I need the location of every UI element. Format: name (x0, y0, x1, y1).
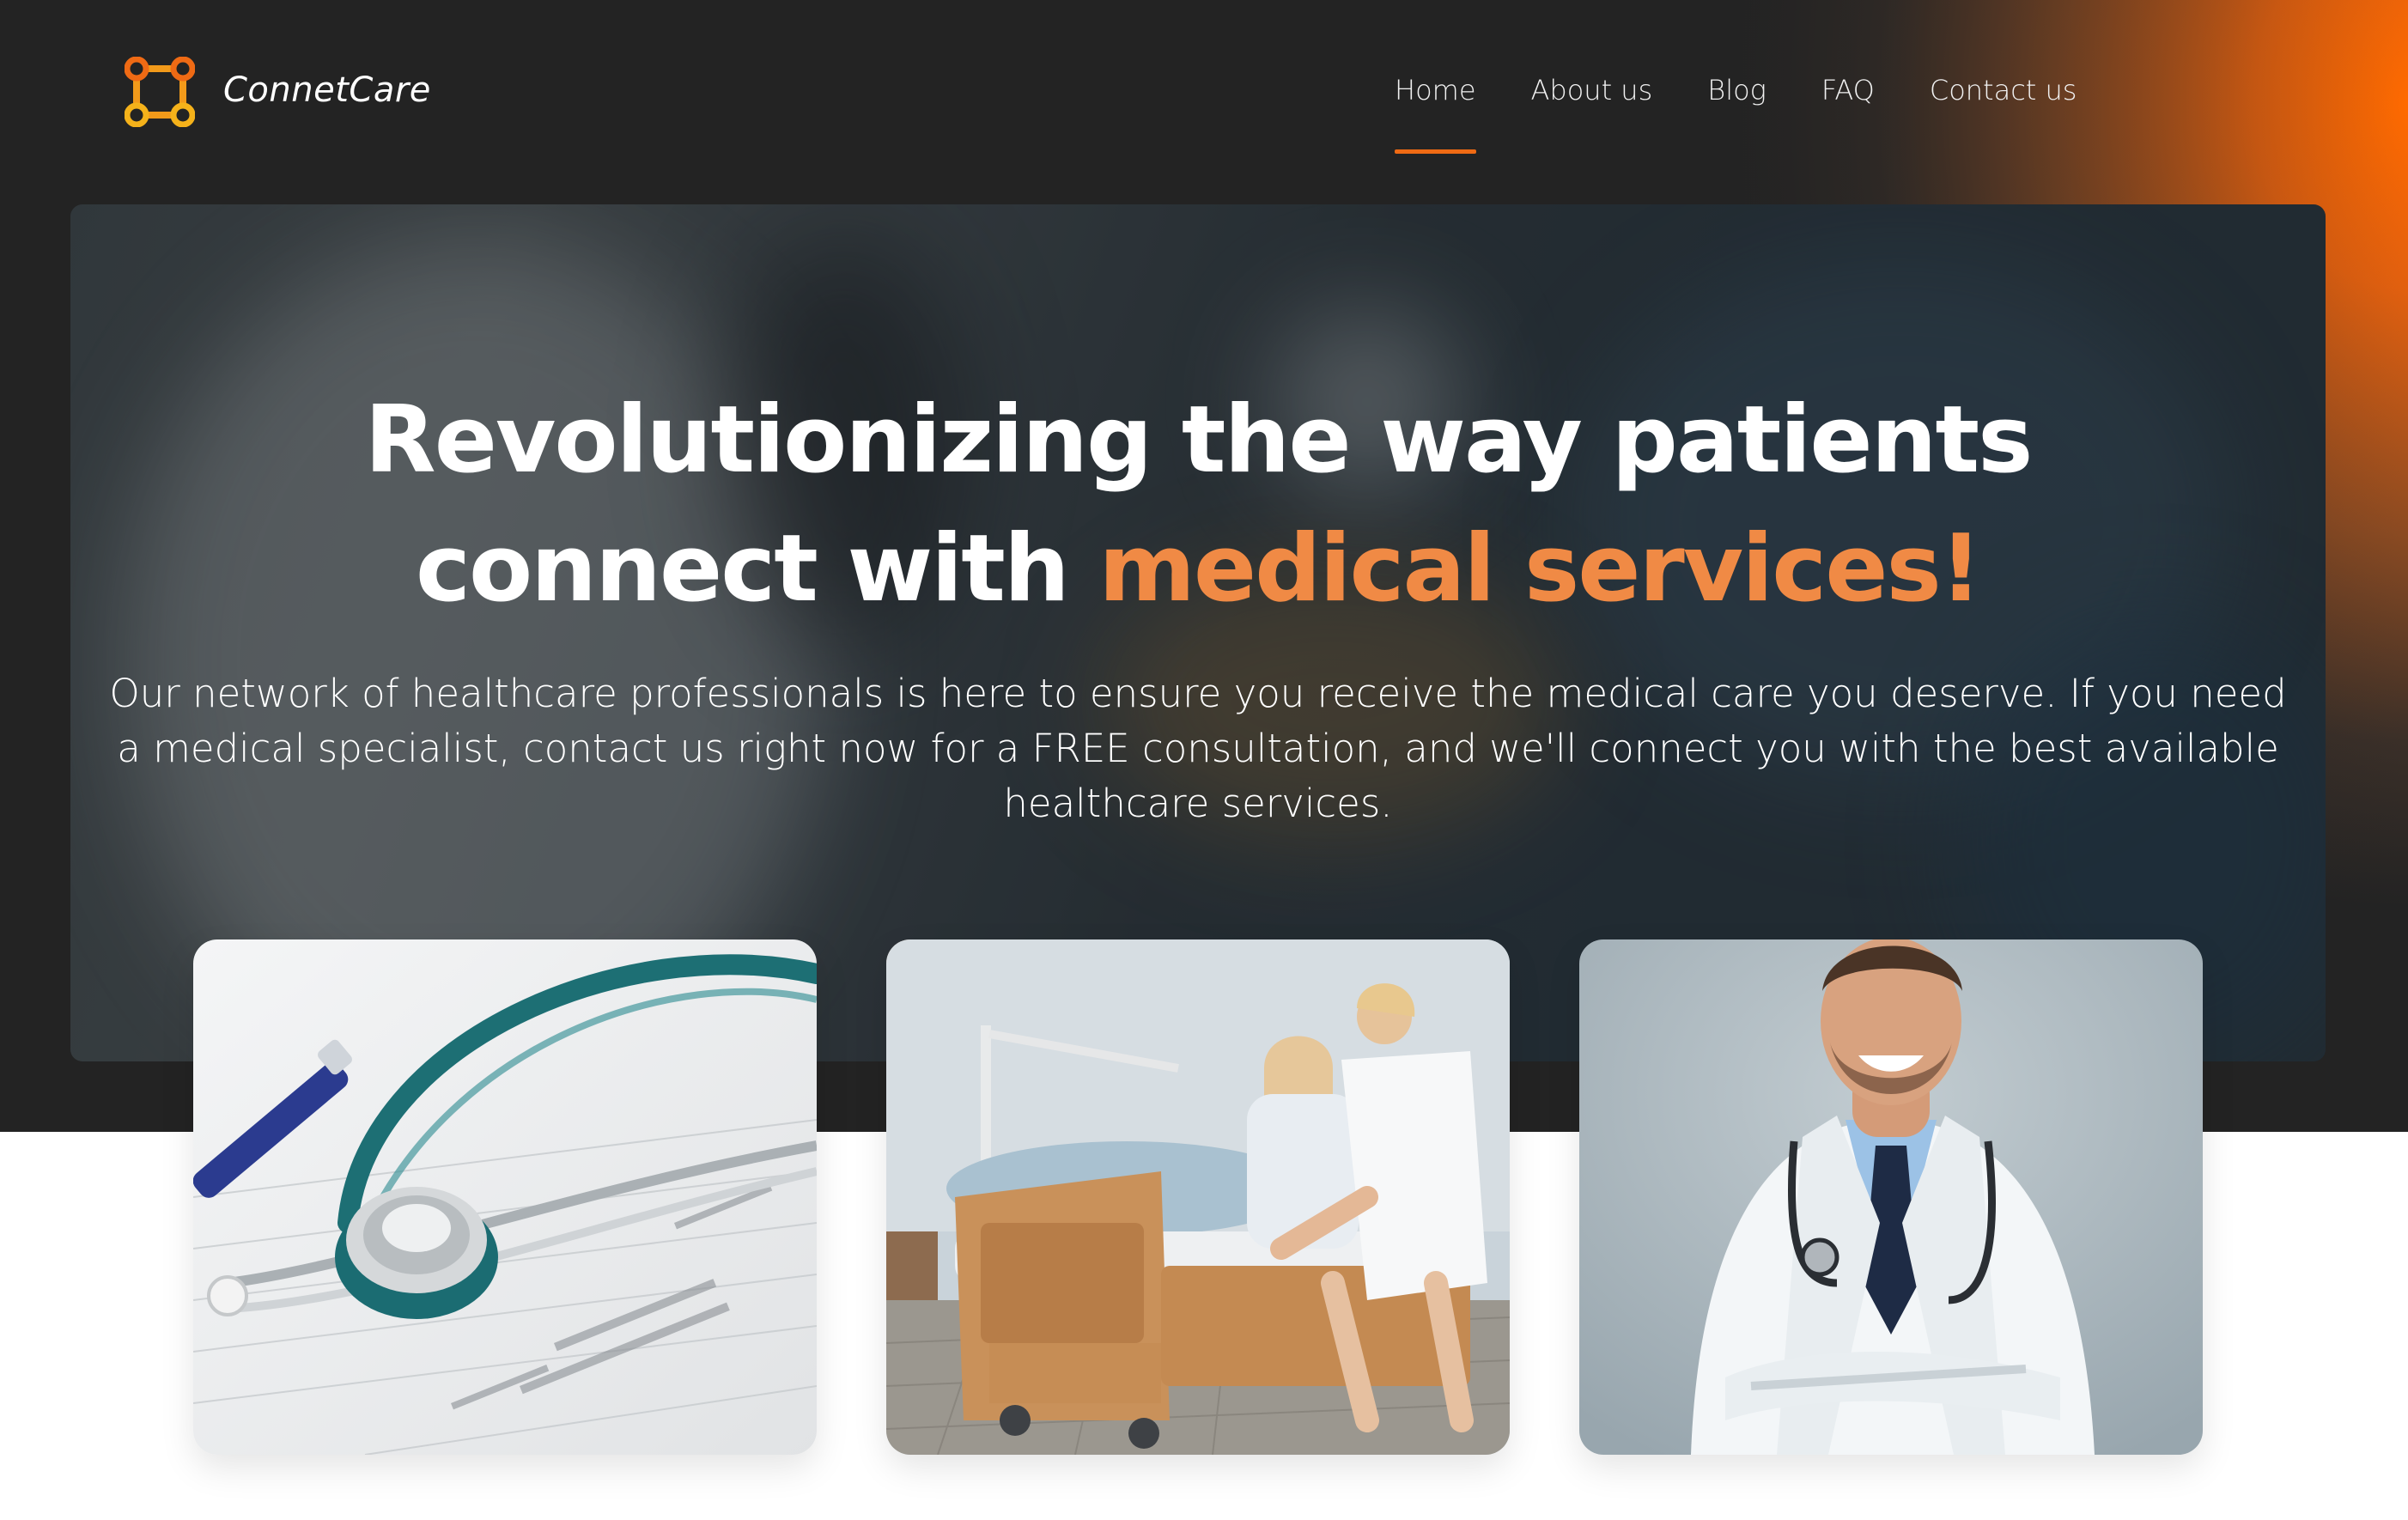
headline-accent: medical services! (1098, 515, 1982, 623)
nav-faq-link[interactable]: FAQ (1821, 74, 1875, 106)
smiling-doctor-photo-icon (1579, 939, 2203, 1455)
hero-banner: Revolutionizing the way patients connect… (70, 204, 2326, 1061)
nav-about-link[interactable]: About us (1531, 74, 1653, 106)
nurse-patient-card[interactable] (886, 939, 1510, 1455)
headline-line-2: connect with (415, 515, 1099, 623)
nurse-helping-patient-photo-icon (886, 939, 1510, 1455)
hero-description: Our network of healthcare professionals … (109, 671, 2287, 826)
nav-blog-link[interactable]: Blog (1707, 74, 1766, 106)
main-menu: Home About us Blog FAQ Contact us (1395, 74, 2077, 154)
stethoscope-on-document-photo-icon (193, 939, 817, 1455)
top-navigation: ConnetCare Home About us Blog FAQ Contac… (0, 0, 2408, 189)
nav-home-link[interactable]: Home (1395, 74, 1476, 154)
stethoscope-card[interactable] (193, 939, 817, 1455)
nav-contact-link[interactable]: Contact us (1930, 74, 2077, 106)
hero-headline: Revolutionizing the way patients connect… (70, 376, 2326, 634)
headline-line-1: Revolutionizing the way patients (364, 386, 2034, 494)
connetcare-logo-icon[interactable] (125, 57, 195, 127)
doctor-card[interactable] (1579, 939, 2203, 1455)
brand-name[interactable]: ConnetCare (223, 70, 431, 110)
